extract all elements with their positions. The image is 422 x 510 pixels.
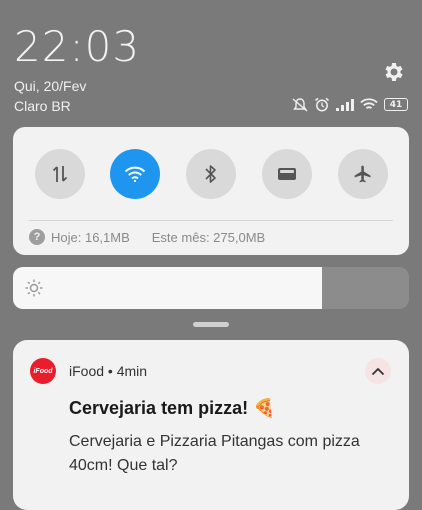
brightness-fill xyxy=(13,267,322,309)
status-bar-icons: 41 xyxy=(292,97,408,112)
header-separator: • xyxy=(104,363,117,379)
sun-icon xyxy=(25,279,43,302)
collapse-button[interactable] xyxy=(365,358,391,384)
qs-divider xyxy=(29,220,393,221)
ifood-app-icon: iFood xyxy=(30,358,56,384)
notification-title: Cervejaria tem pizza! 🍕 xyxy=(69,398,276,418)
notification-time: 4min xyxy=(116,363,148,379)
signal-icon xyxy=(336,98,354,111)
wifi-icon xyxy=(124,166,146,182)
clock-time: 22:03 xyxy=(14,22,141,71)
alarm-icon xyxy=(314,97,330,112)
brightness-slider[interactable] xyxy=(13,267,409,309)
mute-icon xyxy=(292,97,308,112)
airplane-mode-icon xyxy=(354,165,371,183)
notification-body: Cervejaria e Pizzaria Pitangas com pizza… xyxy=(69,433,360,474)
carrier-label: Claro BR xyxy=(14,98,71,114)
settings-gear-icon[interactable] xyxy=(382,60,406,84)
wifi-toggle[interactable] xyxy=(110,149,160,199)
panel-drag-handle[interactable] xyxy=(193,322,229,327)
bluetooth-toggle[interactable] xyxy=(186,149,236,199)
help-icon[interactable]: ? xyxy=(29,229,45,245)
airplane-mode-toggle[interactable] xyxy=(338,149,388,199)
usage-month: Este mês: 275,0MB xyxy=(151,229,266,245)
mobile-data-icon xyxy=(52,166,68,182)
wifi-icon xyxy=(360,98,378,111)
battery-icon: 41 xyxy=(384,98,408,111)
chevron-up-icon xyxy=(371,367,385,375)
data-usage-row[interactable]: ? Hoje: 16,1MB Este mês: 275,0MB xyxy=(29,229,265,245)
quick-settings-panel: ? Hoje: 16,1MB Este mês: 275,0MB xyxy=(13,127,409,255)
wallet-toggle[interactable] xyxy=(262,149,312,199)
app-name: iFood xyxy=(69,363,105,379)
wallet-icon xyxy=(278,168,296,180)
date-label: Qui, 20/Fev xyxy=(14,78,87,94)
notification-header: iFood • 4min xyxy=(69,363,147,379)
mobile-data-toggle[interactable] xyxy=(35,149,85,199)
usage-today: Hoje: 16,1MB xyxy=(51,229,130,245)
ifood-notification[interactable]: iFood iFood • 4min Cervejaria tem pizza!… xyxy=(13,340,409,510)
bluetooth-icon xyxy=(205,165,216,183)
